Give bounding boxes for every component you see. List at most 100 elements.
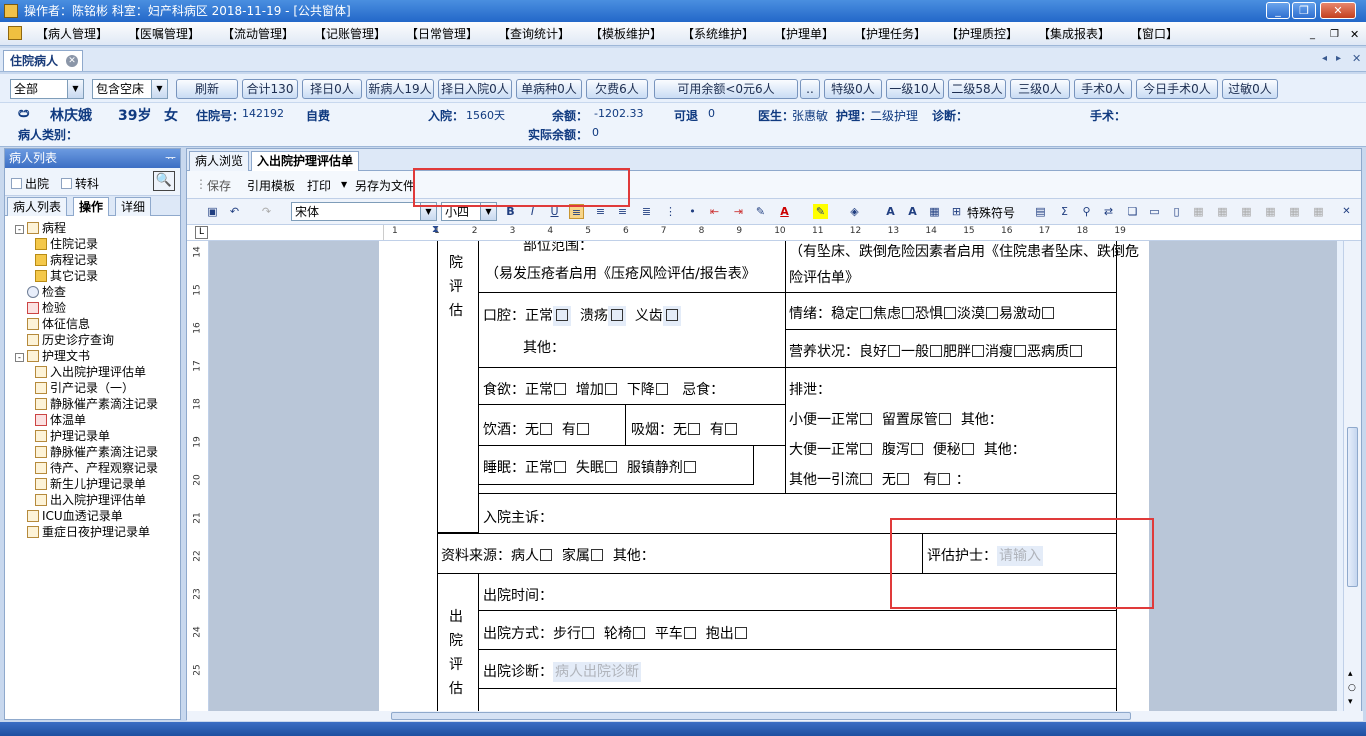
- tree-node[interactable]: 检验: [15, 300, 66, 316]
- tab-inpatients[interactable]: 住院病人 ✕: [3, 50, 84, 71]
- paste-icon[interactable]: ▭: [1147, 204, 1162, 219]
- sigma-icon[interactable]: Σ: [1057, 204, 1072, 219]
- urine-normal-checkbox[interactable]: [860, 413, 872, 425]
- table-split-icon[interactable]: ▦: [1287, 204, 1302, 219]
- tree-node[interactable]: 重症日夜护理记录单: [15, 524, 150, 540]
- save-as-file-button[interactable]: 另存为文件: [355, 177, 415, 194]
- nutrition-obese-checkbox[interactable]: [972, 345, 984, 357]
- mode-cart-checkbox[interactable]: [683, 627, 696, 639]
- tab-close-icon[interactable]: ✕: [66, 55, 79, 67]
- close-icon[interactable]: ✕: [1320, 2, 1356, 19]
- tab-detail[interactable]: 详细: [115, 197, 152, 216]
- expand-icon[interactable]: -: [15, 225, 24, 234]
- indent-marker-icon[interactable]: ⧗: [432, 224, 439, 235]
- stool-diarrhea-checkbox[interactable]: [910, 443, 923, 455]
- sleep-sedative-checkbox[interactable]: [683, 461, 696, 473]
- tab-stop-icon[interactable]: L: [195, 226, 208, 239]
- print-dropdown-icon[interactable]: ▼: [341, 180, 347, 189]
- tree-node[interactable]: 静脉催产素滴注记录: [35, 396, 158, 412]
- browse-object-icon[interactable]: ○: [1348, 683, 1356, 693]
- mdi-minimize-icon[interactable]: _: [1310, 26, 1315, 43]
- menu-system[interactable]: 【系统维护】: [682, 26, 754, 43]
- menu-nursing-sheet[interactable]: 【护理单】: [774, 26, 834, 43]
- drink-no-checkbox[interactable]: [540, 423, 552, 435]
- table-insert-icon[interactable]: ▦: [1191, 204, 1206, 219]
- oral-denture-checkbox[interactable]: [662, 306, 681, 326]
- replace-icon[interactable]: ⇄: [1101, 204, 1116, 219]
- vertical-scrollbar[interactable]: ▴ ○ ▾: [1343, 241, 1361, 711]
- allergy-button[interactable]: 过敏0人: [1222, 79, 1278, 99]
- tree-node[interactable]: 历史诊疗查询: [15, 332, 114, 348]
- menu-billing[interactable]: 【记账管理】: [314, 26, 386, 43]
- table-merge-icon[interactable]: ▦: [1263, 204, 1278, 219]
- smoke-no-checkbox[interactable]: [688, 423, 700, 435]
- more-button[interactable]: ..: [800, 79, 820, 99]
- tree-node[interactable]: 检查: [15, 284, 66, 300]
- drain-yes-checkbox[interactable]: [938, 473, 951, 485]
- urine-catheter-checkbox[interactable]: [938, 413, 951, 425]
- tab-scroll-right-icon[interactable]: ▸: [1336, 53, 1341, 64]
- find-icon[interactable]: ⚲: [1079, 204, 1094, 219]
- smoke-yes-checkbox[interactable]: [724, 423, 737, 435]
- scroll-thumb[interactable]: [1347, 427, 1358, 587]
- drain-no-checkbox[interactable]: [896, 473, 909, 485]
- tree-node[interactable]: ICU血透记录单: [15, 508, 123, 524]
- menu-patient[interactable]: 【病人管理】: [36, 26, 108, 43]
- tree-node[interactable]: 病程记录: [35, 252, 98, 268]
- sleep-normal-checkbox[interactable]: [554, 461, 566, 473]
- undo-icon[interactable]: ↶: [227, 204, 242, 219]
- cite-template-button[interactable]: 引用模板: [247, 177, 295, 194]
- nutrition-good-checkbox[interactable]: [888, 345, 900, 357]
- scheduled-button[interactable]: 择日0人: [302, 79, 362, 99]
- menu-daily[interactable]: 【日常管理】: [406, 26, 478, 43]
- total-button[interactable]: 合计130: [242, 79, 298, 99]
- negative-balance-button[interactable]: 可用余额<0元6人: [654, 79, 798, 99]
- level1-button[interactable]: 一级10人: [886, 79, 944, 99]
- new-patients-button[interactable]: 新病人19人: [366, 79, 434, 99]
- print-button[interactable]: 打印: [307, 177, 331, 194]
- drink-yes-checkbox[interactable]: [576, 423, 589, 435]
- next-page-icon[interactable]: ▾: [1348, 697, 1353, 707]
- refresh-button[interactable]: 刷新: [176, 79, 238, 99]
- mood-irritable-checkbox[interactable]: [1042, 307, 1054, 319]
- page-icon[interactable]: ▯: [1169, 204, 1184, 219]
- format-painter-icon[interactable]: ✎: [753, 204, 768, 219]
- save-button[interactable]: 保存: [207, 177, 231, 194]
- single-disease-button[interactable]: 单病种0人: [516, 79, 582, 99]
- nutrition-cachexia-checkbox[interactable]: [1070, 345, 1082, 357]
- mood-fear-checkbox[interactable]: [944, 307, 956, 319]
- mdi-close-icon[interactable]: ✕: [1350, 26, 1359, 43]
- fill-color-icon[interactable]: ◈: [847, 204, 862, 219]
- mdi-restore-icon[interactable]: ❐: [1330, 26, 1339, 43]
- mood-anxious-checkbox[interactable]: [902, 307, 914, 319]
- chevron-down-icon[interactable]: ▼: [151, 80, 167, 98]
- menu-window[interactable]: 【窗口】: [1130, 26, 1178, 43]
- menu-orders[interactable]: 【医嘱管理】: [128, 26, 200, 43]
- insert-table-icon[interactable]: ▤: [1033, 204, 1048, 219]
- scheduled-admit-button[interactable]: 择日入院0人: [438, 79, 512, 99]
- font-grow-icon[interactable]: A: [883, 204, 898, 219]
- tree-node[interactable]: 体征信息: [15, 316, 90, 332]
- menu-nursing-task[interactable]: 【护理任务】: [854, 26, 926, 43]
- special-care-button[interactable]: 特级0人: [824, 79, 882, 99]
- mode-wheelchair-checkbox[interactable]: [632, 627, 645, 639]
- table-row-icon[interactable]: ▦: [1215, 204, 1230, 219]
- level3-button[interactable]: 三级0人: [1010, 79, 1070, 99]
- tree-node[interactable]: 护理记录单: [35, 428, 110, 444]
- font-shrink-icon[interactable]: A: [905, 204, 920, 219]
- scope-select[interactable]: 全部 ▼: [10, 79, 84, 99]
- toolbar-close-icon[interactable]: ✕: [1339, 204, 1354, 219]
- h-scroll-thumb[interactable]: [391, 712, 1131, 720]
- tab-assessment-form[interactable]: 入出院护理评估单: [251, 151, 360, 171]
- menu-template[interactable]: 【模板维护】: [590, 26, 662, 43]
- pin-icon[interactable]: ᅲ: [165, 149, 176, 168]
- tree-node[interactable]: 引产记录（一）: [35, 380, 134, 396]
- table-delete-icon[interactable]: ▦: [1311, 204, 1326, 219]
- arrears-button[interactable]: 欠费6人: [586, 79, 648, 99]
- tree-node[interactable]: 出入院护理评估单: [35, 492, 146, 508]
- indent-icon[interactable]: ⇥: [731, 204, 746, 219]
- tree-node[interactable]: 入出院护理评估单: [35, 364, 146, 380]
- oral-normal-checkbox[interactable]: [553, 306, 571, 326]
- stool-constipation-checkbox[interactable]: [961, 443, 974, 455]
- menu-reports[interactable]: 【集成报表】: [1038, 26, 1110, 43]
